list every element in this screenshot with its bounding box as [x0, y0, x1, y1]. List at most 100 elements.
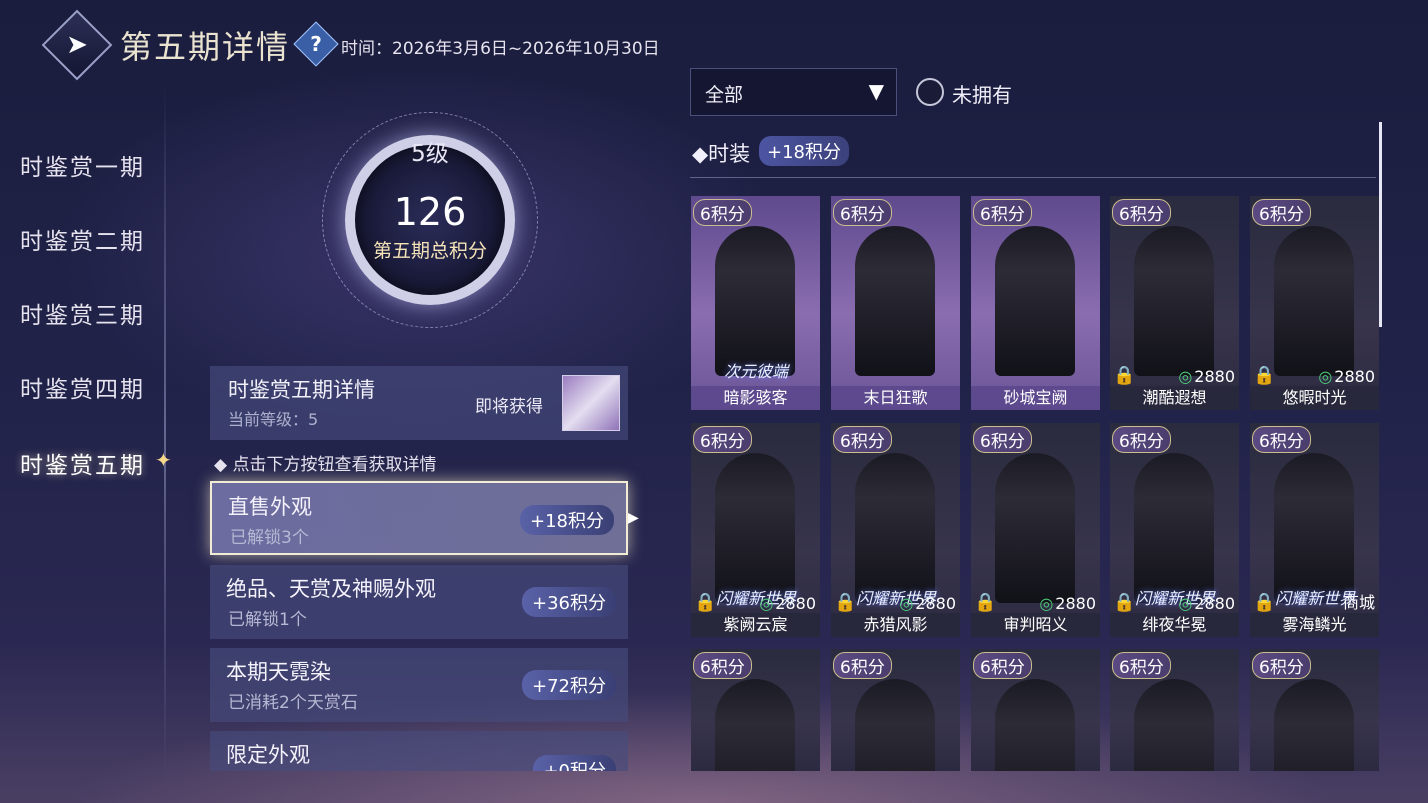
points-badge: 6积分 [1112, 426, 1171, 453]
price-value: 商城 [1342, 593, 1375, 612]
costume-figure [995, 453, 1075, 603]
nav-item-season-5[interactable]: 时鉴赏五期 [20, 446, 145, 480]
costume-tile[interactable]: 6积分 次元彼端 暗影骇客 [691, 196, 820, 410]
costume-figure [1274, 453, 1354, 603]
nav-item-season-2[interactable]: 时鉴赏二期 [20, 222, 145, 256]
costume-tile[interactable]: 6积分 闪耀新世界 🔒 商城 雾海鳞光 [1250, 423, 1379, 637]
lock-icon: 🔒 [1253, 592, 1276, 613]
costume-name: 审判昭义 [971, 613, 1100, 637]
section-title: 时装 [708, 142, 751, 166]
points-badge: 6积分 [1252, 199, 1311, 226]
costume-tile[interactable]: 6积分 🔒 ◎ 2880 审判昭义 [971, 423, 1100, 637]
score-value: 126 [393, 190, 467, 234]
costume-name: 暗影骇客 [691, 386, 820, 410]
lock-icon: 🔒 [694, 592, 717, 613]
points-badge: 6积分 [693, 199, 752, 226]
selected-arrow-icon: ▶ [628, 510, 639, 526]
costume-figure [995, 226, 1075, 376]
scrollbar[interactable] [1379, 122, 1382, 327]
level-text: 5级 [411, 141, 449, 167]
back-button[interactable]: ➤ [41, 9, 113, 81]
costume-name: 末日狂歌 [831, 386, 960, 410]
time-label: 时间：2026年3月6日~2026年10月30日 [341, 39, 660, 59]
category-title: 本期天霓染 [226, 660, 331, 684]
question-icon: ? [310, 32, 322, 56]
category-points: +72积分 [522, 670, 616, 700]
costume-figure [1134, 226, 1214, 376]
costume-tile[interactable]: 6积分 砂城宝阙 [971, 196, 1100, 410]
reward-thumbnail[interactable] [562, 375, 620, 431]
lock-icon: 🔒 [1113, 592, 1136, 613]
category-title: 直售外观 [228, 495, 312, 519]
points-badge: 6积分 [973, 199, 1032, 226]
costume-tile[interactable]: 6积分 🔒 ◎ 2880 悠暇时光 [1250, 196, 1379, 410]
costume-tile[interactable]: 6积分 闪耀新世界 🔒 ◎ 2880 绯夜华冕 [1110, 423, 1239, 637]
costume-figure [715, 679, 795, 771]
back-arrow-icon: ➤ [66, 30, 88, 60]
category-subtitle: 已解锁3个 [230, 528, 309, 548]
price-value: 2880 [1055, 594, 1096, 613]
costume-tile[interactable]: 6积分 [1110, 649, 1239, 771]
points-badge: 6积分 [1252, 426, 1311, 453]
hint-label: 点击下方按钮查看获取详情 [232, 455, 437, 475]
points-badge: 6积分 [693, 652, 752, 679]
price-value: 2880 [1194, 594, 1235, 613]
costume-tile[interactable]: 6积分 闪耀新世界 🔒 ◎ 2880 赤猎风影 [831, 423, 960, 637]
price-value: 2880 [775, 594, 816, 613]
coin-icon: ◎ [759, 594, 774, 613]
category-points: +0积分 [533, 755, 616, 771]
nav-item-season-3[interactable]: 时鉴赏三期 [20, 296, 145, 330]
price-value: 2880 [1194, 367, 1235, 386]
category-title: 绝品、天赏及神赐外观 [226, 577, 436, 601]
nav-item-season-1[interactable]: 时鉴赏一期 [20, 148, 145, 182]
points-badge: 6积分 [1252, 652, 1311, 679]
points-badge: 6积分 [693, 426, 752, 453]
costume-tile[interactable]: 6积分 闪耀新世界 🔒 ◎ 2880 紫阙云宸 [691, 423, 820, 637]
season-detail-card[interactable]: 时鉴赏五期详情 当前等级：5 即将获得 [210, 366, 628, 440]
category-subtitle: 已消耗2个天赏石 [228, 693, 358, 713]
lock-icon: 🔒 [834, 592, 857, 613]
costume-figure [715, 226, 795, 376]
coin-icon: ◎ [1318, 367, 1333, 386]
points-badge: 6积分 [833, 199, 892, 226]
points-badge: 6积分 [1112, 199, 1171, 226]
lock-icon: 🔒 [1113, 365, 1136, 386]
costume-tile[interactable]: 6积分 [971, 649, 1100, 771]
category-premium[interactable]: 绝品、天赏及神赐外观 已解锁1个 +36积分 [210, 565, 628, 639]
category-title: 限定外观 [226, 743, 310, 767]
points-badge: 6积分 [1112, 652, 1171, 679]
price-value: 2880 [1334, 367, 1375, 386]
costume-figure [1134, 679, 1214, 771]
unowned-radio[interactable] [916, 78, 944, 106]
section-points: +18积分 [759, 136, 849, 166]
chevron-down-icon: ▼ [868, 79, 884, 103]
costume-tile[interactable]: 6积分 🔒 ◎ 2880 潮酷遐想 [1110, 196, 1239, 410]
help-button[interactable]: ? [293, 21, 339, 67]
filter-dropdown[interactable]: 全部 ▼ [690, 68, 897, 116]
price-value: 2880 [915, 594, 956, 613]
unowned-label: 未拥有 [952, 83, 1012, 107]
price-label: ◎ 2880 [899, 594, 956, 613]
points-badge: 6积分 [833, 426, 892, 453]
nav-item-season-4[interactable]: 时鉴赏四期 [20, 370, 145, 404]
costume-figure [1274, 226, 1354, 376]
costume-name: 紫阙云宸 [691, 613, 820, 637]
lock-icon: 🔒 [1253, 365, 1276, 386]
costume-tile[interactable]: 6积分 [831, 649, 960, 771]
score-label: 第五期总积分 [372, 240, 487, 262]
costume-tile[interactable]: 6积分 [1250, 649, 1379, 771]
costume-figure [855, 453, 935, 603]
nav-divider [164, 85, 166, 775]
category-points: +18积分 [520, 505, 614, 535]
costume-tile[interactable]: 6积分末日狂歌 [831, 196, 960, 410]
costume-figure [855, 679, 935, 771]
costume-name: 悠暇时光 [1250, 386, 1379, 410]
category-dye[interactable]: 本期天霓染 已消耗2个天赏石 +72积分 [210, 648, 628, 722]
costume-tile[interactable]: 6积分 [691, 649, 820, 771]
section-divider [690, 177, 1376, 178]
coin-icon: ◎ [899, 594, 914, 613]
filter-value: 全部 [705, 84, 744, 106]
category-limited[interactable]: 限定外观 +0积分 [210, 731, 628, 771]
category-direct-sale[interactable]: 直售外观 已解锁3个 +18积分 [210, 481, 628, 555]
coin-icon: ◎ [1178, 594, 1193, 613]
